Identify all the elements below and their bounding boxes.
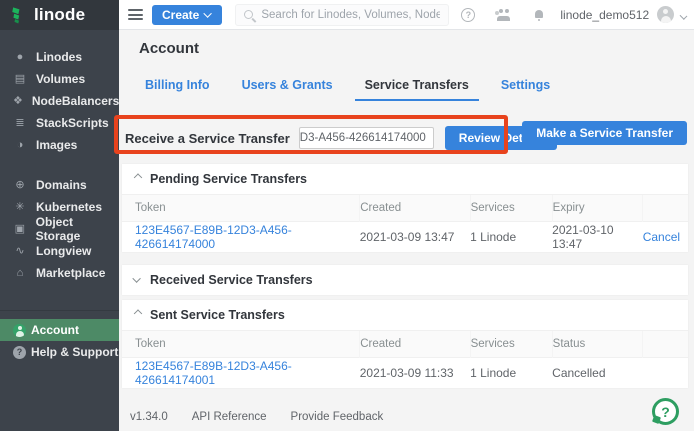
column-header-status: Status xyxy=(552,331,643,358)
sent-created: 2021-03-09 11:33 xyxy=(360,358,470,388)
tab-service-transfers[interactable]: Service Transfers xyxy=(355,72,479,101)
tab-users-grants[interactable]: Users & Grants xyxy=(232,72,343,101)
search-icon xyxy=(244,10,253,19)
pending-transfers-panel: Pending Service Transfers Token Created … xyxy=(122,164,688,252)
account-menu-chevron-icon[interactable] xyxy=(680,12,688,20)
sent-transfers-panel: Sent Service Transfers Token Created Ser… xyxy=(122,300,688,388)
receive-transfer-label: Receive a Service Transfer xyxy=(125,131,290,146)
sidebar-item-nodebalancers[interactable]: ❖ NodeBalancers xyxy=(0,90,119,112)
footer: v1.34.0 API Reference Provide Feedback xyxy=(130,411,383,423)
tab-billing-info[interactable]: Billing Info xyxy=(135,72,220,101)
search-input[interactable] xyxy=(261,9,440,21)
tab-bar: Billing Info Users & Grants Service Tran… xyxy=(135,72,572,101)
sidebar-item-volumes[interactable]: ▤ Volumes xyxy=(0,68,119,90)
tab-settings[interactable]: Settings xyxy=(491,72,560,101)
sent-services: 1 Linode xyxy=(470,358,552,388)
pending-transfers-header[interactable]: Pending Service Transfers xyxy=(122,164,688,194)
sidebar-item-account[interactable]: Account xyxy=(0,319,119,341)
sidebar-item-longview[interactable]: ∿ Longview xyxy=(0,240,119,262)
object-storage-icon: ▣ xyxy=(13,224,27,235)
make-service-transfer-button[interactable]: Make a Service Transfer xyxy=(522,121,687,145)
table-row: 123E4567-E89B-12D3-A456-426614174000 202… xyxy=(122,222,688,252)
volumes-icon: ▤ xyxy=(13,74,27,85)
column-header-created: Created xyxy=(360,331,470,358)
search-bar[interactable] xyxy=(235,4,449,26)
table-row: 123E4567-E89B-12D3-A456-426614174001 202… xyxy=(122,358,688,388)
marketplace-icon: ⌂ xyxy=(13,268,27,279)
domains-icon: ⊕ xyxy=(13,180,27,191)
api-reference-link[interactable]: API Reference xyxy=(192,411,267,423)
collapse-chevron-up-icon xyxy=(134,309,142,317)
logo-text: linode xyxy=(34,5,85,25)
column-header-token: Token xyxy=(122,195,360,222)
app-version: v1.34.0 xyxy=(130,411,168,423)
username[interactable]: linode_demo512 xyxy=(560,8,649,22)
collapse-chevron-up-icon xyxy=(134,173,142,181)
sidebar-nav: ● Linodes ▤ Volumes ❖ NodeBalancers ≣ St… xyxy=(0,30,119,363)
receive-transfer-row: Receive a Service Transfer 123E4567-E89B… xyxy=(125,122,584,154)
linode-logo[interactable]: linode xyxy=(0,0,119,30)
sent-transfers-header[interactable]: Sent Service Transfers xyxy=(122,300,688,330)
column-header-action xyxy=(643,195,688,222)
page-title: Account xyxy=(139,40,199,57)
pending-created: 2021-03-09 13:47 xyxy=(360,222,470,252)
sidebar-item-linodes[interactable]: ● Linodes xyxy=(0,46,119,68)
kubernetes-icon: ✳ xyxy=(13,202,27,213)
sidebar-item-help-support[interactable]: ? Help & Support xyxy=(0,341,119,363)
hamburger-menu-icon[interactable] xyxy=(128,9,143,20)
community-icon[interactable] xyxy=(495,9,513,21)
column-header-services: Services xyxy=(470,195,552,222)
pending-token-link[interactable]: 123E4567-E89B-12D3-A456-426614174000 xyxy=(135,223,292,251)
sent-transfers-table: Token Created Services Status 123E4567-E… xyxy=(122,330,688,388)
sidebar-item-domains[interactable]: ⊕ Domains xyxy=(0,174,119,196)
chevron-down-icon xyxy=(204,9,212,17)
pending-transfers-table: Token Created Services Expiry 123E4567-E… xyxy=(122,194,688,252)
sidebar-item-images[interactable]: ◑ Images xyxy=(0,134,119,156)
help-icon[interactable] xyxy=(461,8,475,22)
images-icon: ◑ xyxy=(13,140,27,151)
sidebar-item-stackscripts[interactable]: ≣ StackScripts xyxy=(0,112,119,134)
sent-token-link[interactable]: 123E4567-E89B-12D3-A456-426614174001 xyxy=(135,359,292,387)
nodebalancers-icon: ❖ xyxy=(13,96,23,107)
column-header-expiry: Expiry xyxy=(552,195,643,222)
notifications-bell-icon[interactable] xyxy=(533,9,544,21)
help-chat-bubble-icon[interactable] xyxy=(652,398,679,425)
sidebar-item-marketplace[interactable]: ⌂ Marketplace xyxy=(0,262,119,284)
sidebar-item-object-storage[interactable]: ▣ Object Storage xyxy=(0,218,119,240)
transfer-token-input[interactable]: 123E4567-E89B-12D3-A456-426614174000 xyxy=(299,127,434,149)
longview-icon: ∿ xyxy=(13,246,27,257)
sidebar: linode ● Linodes ▤ Volumes ❖ NodeBalance… xyxy=(0,0,119,431)
linode-logo-icon xyxy=(10,6,28,24)
linodes-icon: ● xyxy=(13,52,27,63)
sent-status: Cancelled xyxy=(552,358,643,388)
cancel-link[interactable]: Cancel xyxy=(643,230,680,244)
account-person-icon xyxy=(13,324,26,337)
topbar: Create linode_demo512 xyxy=(119,0,694,30)
column-header-created: Created xyxy=(360,195,470,222)
help-question-icon: ? xyxy=(13,346,26,359)
provide-feedback-link[interactable]: Provide Feedback xyxy=(291,411,384,423)
collapse-chevron-down-icon xyxy=(132,274,140,282)
create-button[interactable]: Create xyxy=(152,5,222,25)
avatar[interactable] xyxy=(657,6,674,23)
pending-expiry: 2021-03-10 13:47 xyxy=(552,222,643,252)
stackscripts-icon: ≣ xyxy=(13,118,27,129)
pending-services: 1 Linode xyxy=(470,222,552,252)
column-header-services: Services xyxy=(470,331,552,358)
sidebar-divider xyxy=(0,310,119,311)
received-transfers-panel: Received Service Transfers xyxy=(122,265,688,295)
received-transfers-header[interactable]: Received Service Transfers xyxy=(122,265,688,295)
main-content: Account Billing Info Users & Grants Serv… xyxy=(119,30,694,431)
column-header-token: Token xyxy=(122,331,360,358)
